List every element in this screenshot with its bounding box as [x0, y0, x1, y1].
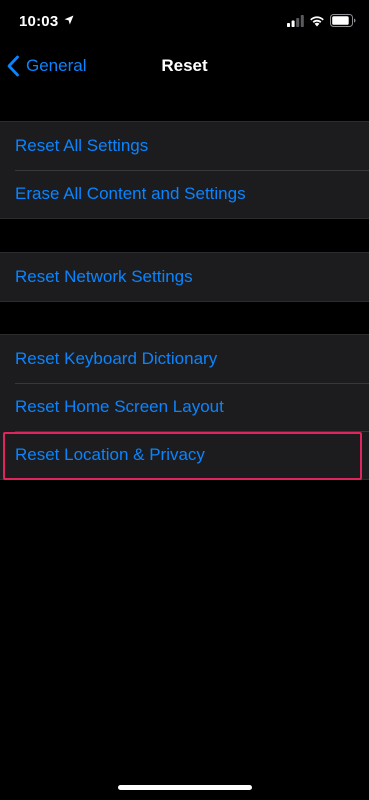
reset-network-settings-row[interactable]: Reset Network Settings — [0, 253, 369, 301]
status-bar: 10:03 — [0, 0, 369, 44]
reset-all-settings-row[interactable]: Reset All Settings — [0, 122, 369, 170]
home-indicator[interactable] — [118, 785, 252, 790]
row-label: Reset Home Screen Layout — [15, 397, 224, 416]
signal-icon — [287, 15, 304, 27]
settings-group-general-reset: Reset All Settings Erase All Content and… — [0, 121, 369, 219]
row-label: Reset Keyboard Dictionary — [15, 349, 218, 368]
reset-location-privacy-row[interactable]: Reset Location & Privacy — [0, 431, 369, 479]
wifi-icon — [310, 16, 324, 27]
battery-icon — [330, 14, 356, 27]
row-label: Reset Network Settings — [15, 267, 193, 286]
row-label: Erase All Content and Settings — [15, 184, 246, 203]
location-arrow-icon — [64, 15, 74, 25]
settings-group-other: Reset Keyboard Dictionary Reset Home Scr… — [0, 334, 369, 480]
reset-keyboard-dictionary-row[interactable]: Reset Keyboard Dictionary — [0, 335, 369, 383]
navigation-bar: General Reset — [0, 44, 369, 88]
status-time: 10:03 — [19, 13, 59, 30]
reset-home-screen-layout-row[interactable]: Reset Home Screen Layout — [0, 383, 369, 431]
row-label: Reset Location & Privacy — [15, 445, 205, 464]
settings-group-network: Reset Network Settings — [0, 252, 369, 302]
row-label: Reset All Settings — [15, 136, 149, 155]
erase-all-content-row[interactable]: Erase All Content and Settings — [0, 170, 369, 218]
page-title: Reset — [161, 56, 208, 75]
